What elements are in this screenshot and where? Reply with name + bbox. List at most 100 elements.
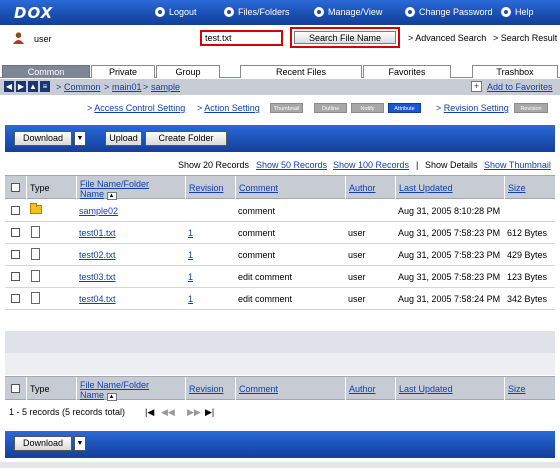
row-size: 342 Bytes bbox=[507, 294, 548, 304]
search-file-name-button[interactable]: Search File Name bbox=[294, 31, 396, 44]
logout-link[interactable]: Logout bbox=[155, 7, 197, 17]
column-comment-label: Comment bbox=[239, 384, 279, 394]
select-all-checkbox[interactable] bbox=[11, 384, 20, 393]
row-checkbox[interactable] bbox=[11, 272, 20, 281]
tab-bar: Common Private Group Recent Files Favori… bbox=[0, 62, 560, 78]
manage-view-icon bbox=[314, 7, 324, 17]
breadcrumb-item[interactable]: Common bbox=[64, 82, 101, 92]
column-size[interactable]: Size bbox=[504, 176, 555, 199]
table-header: Type File Name/Folder Name ▲ Revision Co… bbox=[5, 175, 555, 200]
search-result-link[interactable]: > Search Result bbox=[493, 33, 557, 43]
row-comment: comment bbox=[238, 206, 276, 216]
empty-row bbox=[5, 353, 555, 375]
next-page-icon[interactable]: ▶▶ bbox=[187, 407, 201, 418]
row-updated: Aug 31, 2005 7:58:23 PM bbox=[398, 228, 501, 238]
column-comment-label: Comment bbox=[239, 183, 279, 193]
last-page-icon[interactable]: ▶| bbox=[205, 407, 214, 418]
add-favorite-icon[interactable]: + bbox=[471, 81, 482, 92]
breadcrumb-item[interactable]: sample bbox=[151, 82, 180, 92]
tab-common[interactable]: Common bbox=[2, 65, 90, 78]
access-control-link[interactable]: > Access Control Setting bbox=[87, 103, 185, 113]
change-password-link[interactable]: Change Password bbox=[405, 7, 493, 17]
show-100-link[interactable]: Show 100 Records bbox=[333, 160, 409, 170]
column-size-label: Size bbox=[508, 183, 526, 193]
row-name[interactable]: test04.txt bbox=[79, 294, 116, 304]
row-checkbox[interactable] bbox=[11, 294, 20, 303]
file-icon bbox=[31, 226, 40, 238]
column-author[interactable]: Author bbox=[345, 377, 395, 400]
column-revision[interactable]: Revision bbox=[185, 176, 235, 199]
revision-setting-link[interactable]: > Revision Setting bbox=[436, 103, 509, 113]
row-revision[interactable]: 1 bbox=[188, 272, 193, 282]
upload-button[interactable]: Upload bbox=[105, 131, 142, 146]
tab-group[interactable]: Group bbox=[156, 65, 220, 78]
files-folders-link[interactable]: Files/Folders bbox=[224, 7, 290, 17]
notify-pill[interactable]: Notify bbox=[351, 103, 384, 113]
table-row[interactable]: sample02 comment Aug 31, 2005 8:10:28 PM bbox=[5, 200, 555, 222]
manage-view-link[interactable]: Manage/View bbox=[314, 7, 382, 17]
show-20-label: Show 20 Records bbox=[178, 160, 250, 170]
row-size: 612 Bytes bbox=[507, 228, 548, 238]
show-thumbnail-link[interactable]: Show Thumbnail bbox=[484, 160, 551, 170]
download-button[interactable]: Download bbox=[14, 131, 72, 146]
back-icon[interactable]: ◀ bbox=[4, 81, 14, 92]
row-name[interactable]: test03.txt bbox=[79, 272, 116, 282]
search-button-highlight: Search File Name bbox=[290, 27, 400, 48]
row-checkbox[interactable] bbox=[11, 250, 20, 259]
column-revision[interactable]: Revision bbox=[185, 377, 235, 400]
row-name[interactable]: test02.txt bbox=[79, 250, 116, 260]
tab-private[interactable]: Private bbox=[91, 65, 155, 78]
tree-view-icon[interactable]: ≡ bbox=[40, 81, 50, 92]
row-name[interactable]: test01.txt bbox=[79, 228, 116, 238]
column-size[interactable]: Size bbox=[504, 377, 555, 400]
previous-page-icon[interactable]: ◀◀ bbox=[161, 407, 175, 418]
tab-favorites[interactable]: Favorites bbox=[363, 65, 451, 78]
download-dropdown-icon[interactable]: ▼ bbox=[74, 436, 86, 451]
tab-trashbox[interactable]: Trashbox bbox=[472, 65, 558, 78]
create-folder-button[interactable]: Create Folder bbox=[145, 131, 227, 146]
outline-pill[interactable]: Outline bbox=[314, 103, 347, 113]
download-button[interactable]: Download bbox=[14, 436, 72, 451]
help-icon bbox=[501, 7, 511, 17]
column-last-updated[interactable]: Last Updated bbox=[395, 176, 504, 199]
download-dropdown-icon[interactable]: ▼ bbox=[74, 131, 86, 146]
revision-pill[interactable]: Revision bbox=[514, 103, 548, 113]
column-file-name[interactable]: File Name/Folder Name ▲ bbox=[76, 377, 185, 401]
row-name[interactable]: sample02 bbox=[79, 206, 118, 216]
show-50-link[interactable]: Show 50 Records bbox=[256, 160, 327, 170]
forward-icon[interactable]: ▶ bbox=[16, 81, 26, 92]
first-page-icon[interactable]: |◀ bbox=[145, 407, 154, 418]
tab-recent-files[interactable]: Recent Files bbox=[240, 65, 362, 78]
column-comment[interactable]: Comment bbox=[235, 377, 345, 400]
column-last-updated-label: Last Updated bbox=[399, 384, 453, 394]
advanced-search-link[interactable]: > Advanced Search bbox=[408, 33, 486, 43]
column-comment[interactable]: Comment bbox=[235, 176, 345, 199]
row-author: user bbox=[348, 272, 366, 282]
row-revision[interactable]: 1 bbox=[188, 294, 193, 304]
attribute-pill[interactable]: Attribute bbox=[388, 103, 421, 113]
table-row[interactable]: test03.txt 1 edit comment user Aug 31, 2… bbox=[5, 266, 555, 288]
column-author[interactable]: Author bbox=[345, 176, 395, 199]
action-setting-label: Action Setting bbox=[204, 103, 260, 113]
select-all-checkbox[interactable] bbox=[11, 183, 20, 192]
table-row[interactable]: test04.txt 1 edit comment user Aug 31, 2… bbox=[5, 288, 555, 310]
row-checkbox[interactable] bbox=[11, 228, 20, 237]
action-setting-link[interactable]: > Action Setting bbox=[197, 103, 260, 113]
column-type: Type bbox=[26, 176, 76, 199]
thumbnail-pill[interactable]: Thumbnail bbox=[270, 103, 303, 113]
column-last-updated[interactable]: Last Updated bbox=[395, 377, 504, 400]
add-to-favorites-link[interactable]: Add to Favorites bbox=[487, 82, 553, 92]
column-author-label: Author bbox=[349, 183, 376, 193]
help-link[interactable]: Help bbox=[501, 7, 534, 17]
table-row[interactable]: test02.txt 1 comment user Aug 31, 2005 7… bbox=[5, 244, 555, 266]
table-row[interactable]: test01.txt 1 comment user Aug 31, 2005 7… bbox=[5, 222, 555, 244]
row-revision[interactable]: 1 bbox=[188, 228, 193, 238]
column-file-name[interactable]: File Name/Folder Name ▲ bbox=[76, 176, 185, 200]
search-input[interactable] bbox=[200, 30, 283, 46]
row-revision[interactable]: 1 bbox=[188, 250, 193, 260]
folder-icon bbox=[30, 203, 42, 214]
breadcrumb-item[interactable]: main01 bbox=[112, 82, 142, 92]
separator: | bbox=[416, 160, 419, 170]
parent-folder-icon[interactable]: ▲ bbox=[28, 81, 38, 92]
row-checkbox[interactable] bbox=[11, 206, 20, 215]
